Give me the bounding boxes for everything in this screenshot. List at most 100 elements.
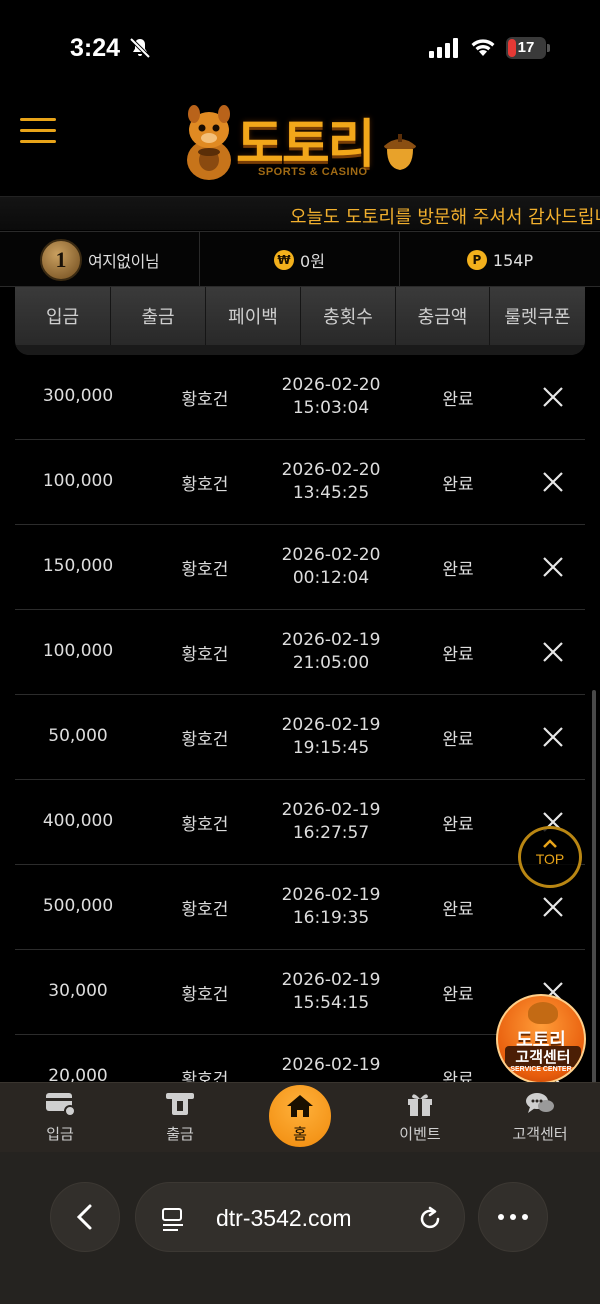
row-time: 00:12:04 bbox=[292, 568, 370, 588]
status-time: 3:24 bbox=[70, 34, 121, 62]
browser-back-button[interactable] bbox=[50, 1182, 120, 1252]
user-balance[interactable]: ₩ 0원 bbox=[200, 232, 400, 288]
table-row: 150,000 황호건 2026-02-20 00:12:04 완료 bbox=[15, 525, 585, 610]
tab-roulette-coupon[interactable]: 룰렛쿠폰 bbox=[490, 287, 585, 345]
tabs-bottom-edge bbox=[15, 345, 585, 355]
customer-service-button[interactable]: 도토리 고객센터 SERVICE CENTER bbox=[496, 994, 586, 1084]
row-time: 19:15:45 bbox=[292, 738, 370, 758]
tab-payback[interactable]: 페이백 bbox=[206, 287, 301, 345]
logo-subtitle: SPORTS & CASINO bbox=[258, 166, 368, 178]
row-name: 황호건 bbox=[181, 900, 229, 920]
row-date: 2026-02-19 bbox=[281, 970, 381, 990]
nav-home[interactable]: 홈 bbox=[266, 1082, 334, 1150]
nav-support[interactable]: 고객센터 bbox=[480, 1091, 600, 1144]
tab-charge-amount[interactable]: 충금액 bbox=[396, 287, 490, 345]
table-row: 50,000 황호건 2026-02-19 19:15:45 완료 bbox=[15, 695, 585, 780]
battery-level: 17 bbox=[517, 39, 535, 56]
row-datetime: 2026-02-19 19:15:45 bbox=[265, 714, 397, 760]
nav-event[interactable]: 이벤트 bbox=[360, 1091, 480, 1144]
tab-deposit[interactable]: 입금 bbox=[15, 287, 111, 345]
delete-icon[interactable] bbox=[541, 725, 565, 749]
chevron-up-icon bbox=[543, 839, 557, 848]
deposit-card-icon bbox=[46, 1093, 76, 1117]
address-bar[interactable]: dtr-3542.com bbox=[135, 1182, 465, 1252]
cs-sublabel: SERVICE CENTER bbox=[510, 1066, 572, 1073]
row-name: 황호건 bbox=[181, 390, 229, 410]
won-coin-icon: ₩ bbox=[274, 250, 295, 270]
delete-icon[interactable] bbox=[541, 895, 565, 919]
row-date: 2026-02-20 bbox=[281, 375, 381, 395]
cs-label: 고객센터 bbox=[505, 1046, 581, 1067]
table-row: 100,000 황호건 2026-02-20 13:45:25 완료 bbox=[15, 440, 585, 525]
delete-icon[interactable] bbox=[541, 385, 565, 409]
nav-event-label: 이벤트 bbox=[399, 1125, 441, 1143]
table-row: 400,000 황호건 2026-02-19 16:27:57 완료 bbox=[15, 780, 585, 865]
row-amount: 400,000 bbox=[42, 811, 114, 831]
scroll-top-button[interactable]: TOP bbox=[518, 826, 582, 888]
delete-icon[interactable] bbox=[541, 555, 565, 579]
nav-deposit[interactable]: 입금 bbox=[0, 1091, 120, 1144]
nav-withdraw-label: 출금 bbox=[166, 1125, 194, 1143]
row-datetime: 2026-02-19 15:54:15 bbox=[265, 969, 397, 1015]
row-amount: 100,000 bbox=[42, 641, 114, 661]
row-status: 완료 bbox=[442, 475, 474, 495]
home-icon bbox=[287, 1095, 313, 1117]
row-status: 완료 bbox=[442, 390, 474, 410]
hamburger-menu-icon[interactable] bbox=[20, 118, 56, 146]
bell-muted-icon bbox=[129, 37, 151, 59]
row-time: 16:27:57 bbox=[292, 823, 370, 843]
row-datetime: 2026-02-19 16:27:57 bbox=[265, 799, 397, 845]
user-profile[interactable]: 1 여지없이님 bbox=[0, 232, 200, 288]
delete-icon[interactable] bbox=[541, 470, 565, 494]
gift-icon bbox=[408, 1094, 432, 1116]
squirrel-icon bbox=[528, 1002, 558, 1024]
reload-icon[interactable] bbox=[416, 1205, 444, 1233]
row-status: 완료 bbox=[442, 815, 474, 835]
row-time: 16:19:35 bbox=[292, 908, 370, 928]
wifi-icon bbox=[471, 39, 495, 56]
delete-icon[interactable] bbox=[541, 640, 565, 664]
browser-toolbar: dtr-3542.com bbox=[0, 1152, 600, 1304]
row-date: 2026-02-19 bbox=[281, 715, 381, 735]
nav-support-label: 고객센터 bbox=[512, 1125, 568, 1143]
row-datetime: 2026-02-19 bbox=[265, 1054, 397, 1077]
notice-ticker: 오늘도 도토리를 방문해 주셔서 감사드립니다 bbox=[0, 196, 600, 230]
scrollbar[interactable] bbox=[592, 690, 596, 1108]
chevron-left-icon bbox=[76, 1204, 92, 1230]
row-amount: 300,000 bbox=[42, 386, 114, 406]
browser-more-button[interactable] bbox=[478, 1182, 548, 1252]
nav-deposit-label: 입금 bbox=[46, 1125, 74, 1143]
row-datetime: 2026-02-20 13:45:25 bbox=[265, 459, 397, 505]
table-row: 100,000 황호건 2026-02-19 21:05:00 완료 bbox=[15, 610, 585, 695]
ticker-text: 오늘도 도토리를 방문해 주셔서 감사드립니다 bbox=[290, 207, 600, 228]
row-datetime: 2026-02-19 21:05:00 bbox=[265, 629, 397, 675]
history-tabs: 입금 출금 페이백 충횟수 충금액 룰렛쿠폰 bbox=[15, 287, 585, 355]
nav-home-label: 홈 bbox=[293, 1125, 307, 1143]
row-datetime: 2026-02-19 16:19:35 bbox=[265, 884, 397, 930]
balance-value: 0원 bbox=[300, 252, 325, 271]
squirrel-mascot-icon bbox=[187, 105, 231, 180]
user-info-bar: 1 여지없이님 ₩ 0원 P 154P bbox=[0, 231, 600, 288]
row-status: 완료 bbox=[442, 560, 474, 580]
nav-withdraw[interactable]: 출금 bbox=[120, 1091, 240, 1144]
row-name: 황호건 bbox=[181, 815, 229, 835]
url-text: dtr-3542.com bbox=[216, 1205, 352, 1231]
row-status: 완료 bbox=[442, 985, 474, 1005]
user-name: 여지없이님 bbox=[87, 252, 160, 271]
more-dots-icon bbox=[498, 1214, 528, 1220]
row-time: 13:45:25 bbox=[292, 483, 370, 503]
row-name: 황호건 bbox=[181, 475, 229, 495]
row-time: 21:05:00 bbox=[292, 653, 370, 673]
row-name: 황호건 bbox=[181, 645, 229, 665]
user-points[interactable]: P 154P bbox=[400, 232, 600, 288]
tab-charge-count[interactable]: 충횟수 bbox=[301, 287, 396, 345]
withdraw-atm-icon bbox=[166, 1093, 194, 1115]
row-date: 2026-02-20 bbox=[281, 460, 381, 480]
row-datetime: 2026-02-20 15:03:04 bbox=[265, 374, 397, 420]
row-name: 황호건 bbox=[181, 730, 229, 750]
site-logo[interactable]: 도토리 SPORTS & CASINO bbox=[180, 102, 425, 186]
row-date: 2026-02-19 bbox=[281, 885, 381, 905]
status-bar: 3:24 17 bbox=[0, 0, 600, 96]
tab-withdraw[interactable]: 출금 bbox=[111, 287, 206, 345]
point-coin-icon: P bbox=[466, 250, 487, 270]
